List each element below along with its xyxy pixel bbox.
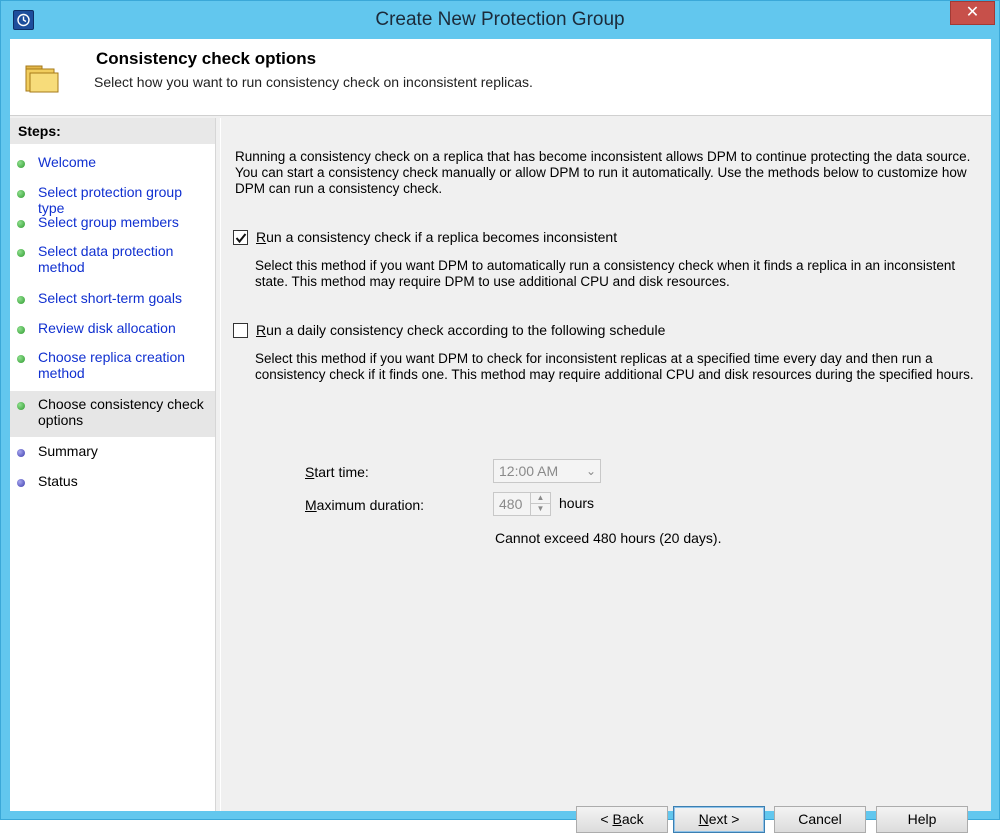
step-label: Summary [38, 443, 98, 459]
step-review-disk-allocation[interactable]: Review disk allocation [10, 320, 215, 342]
step-label: Select protection group type [38, 184, 182, 216]
title-bar[interactable]: Create New Protection Group ✕ [1, 1, 999, 39]
run-on-inconsistent-description: Select this method if you want DPM to au… [255, 258, 956, 289]
intro-text: Running a consistency check on a replica… [235, 149, 971, 196]
step-complete-icon [17, 296, 25, 304]
steps-heading: Steps: [10, 118, 215, 144]
close-icon: ✕ [965, 4, 980, 21]
stepper-buttons[interactable]: ▲ ▼ [530, 493, 550, 515]
checkmark-icon [235, 233, 247, 244]
step-label: Review disk allocation [38, 320, 176, 336]
step-select-group-members[interactable]: Select group members [10, 214, 215, 236]
close-button[interactable]: ✕ [950, 1, 995, 25]
step-select-short-term-goals[interactable]: Select short-term goals [10, 290, 215, 312]
duration-limit-note: Cannot exceed 480 hours (20 days). [495, 530, 722, 546]
steps-panel: Steps: Welcome Select protection group t… [10, 118, 216, 811]
folder-icon [25, 65, 59, 93]
step-label: Choose replica creation method [38, 349, 186, 381]
step-complete-icon [17, 326, 25, 334]
step-select-protection-group-type[interactable]: Select protection group type [10, 184, 215, 216]
maximum-duration-label: Maximum duration: [305, 497, 425, 513]
options-panel: Running a consistency check on a replica… [220, 118, 991, 833]
dialog-window: Create New Protection Group ✕ Consistenc… [0, 0, 1000, 833]
step-complete-icon [17, 220, 25, 228]
run-on-inconsistent-label[interactable]: Run a consistency check if a replica bec… [256, 229, 617, 245]
step-label: Choose consistency check options [38, 396, 204, 428]
daily-check-checkbox[interactable] [233, 323, 248, 338]
step-label: Select short-term goals [38, 290, 182, 306]
step-choose-replica-creation-method[interactable]: Choose replica creation method [10, 349, 215, 385]
daily-check-description: Select this method if you want DPM to ch… [255, 351, 974, 382]
step-complete-icon [17, 249, 25, 257]
start-time-value: 12:00 AM [499, 463, 559, 479]
step-label: Welcome [38, 154, 97, 170]
page-title: Consistency check options [96, 49, 317, 68]
step-status: Status [10, 473, 215, 495]
step-complete-icon [17, 190, 25, 198]
run-on-inconsistent-checkbox[interactable] [233, 230, 248, 245]
window-title: Create New Protection Group [375, 9, 625, 30]
step-complete-icon [17, 355, 25, 363]
start-time-select[interactable]: 12:00 AM ⌄ [493, 459, 601, 483]
step-label: Select data protection method [38, 243, 174, 275]
step-pending-icon [17, 479, 25, 487]
step-complete-icon [17, 160, 25, 168]
maximum-duration-value: 480 [499, 496, 523, 512]
chevron-down-icon: ⌄ [585, 464, 596, 478]
stepper-up-icon[interactable]: ▲ [531, 493, 550, 504]
stepper-down-icon[interactable]: ▼ [531, 504, 550, 515]
duration-unit: hours [559, 495, 595, 511]
step-label: Select group members [38, 214, 179, 230]
daily-check-label[interactable]: Run a daily consistency check according … [256, 322, 665, 338]
step-pending-icon [17, 449, 25, 457]
step-select-data-protection-method[interactable]: Select data protection method [10, 243, 215, 279]
start-time-label: Start time: [305, 464, 369, 480]
step-choose-consistency-check-options[interactable]: Choose consistency check options [10, 391, 215, 437]
step-complete-icon [17, 402, 25, 410]
page-subtitle: Select how you want to run consistency c… [94, 74, 533, 90]
maximum-duration-stepper[interactable]: 480 ▲ ▼ [493, 492, 551, 516]
step-label: Status [38, 473, 78, 489]
page-header: Consistency check options Select how you… [10, 39, 991, 116]
step-summary: Summary [10, 443, 215, 465]
dialog-client: Consistency check options Select how you… [10, 39, 991, 833]
step-welcome[interactable]: Welcome [10, 154, 215, 176]
